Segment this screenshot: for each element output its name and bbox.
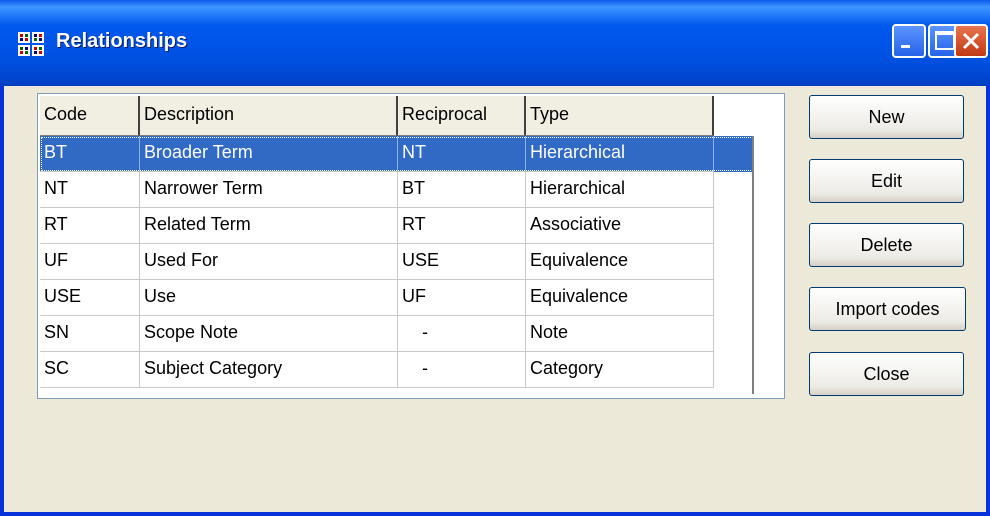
cell-reciprocal: NT [398,136,526,172]
cell-code: SC [40,352,140,388]
cell-description: Broader Term [140,136,398,172]
cell-description: Related Term [140,208,398,244]
cell-description: Narrower Term [140,172,398,208]
cell-description: Use [140,280,398,316]
column-divider [752,136,754,394]
cell-description: Used For [140,244,398,280]
cell-description: Scope Note [140,316,398,352]
window-title: Relationships [56,30,188,52]
delete-button[interactable]: Delete [809,223,964,267]
cell-code: UF [40,244,140,280]
cell-type: Equivalence [526,244,714,280]
column-header-description[interactable]: Description [140,96,398,136]
cell-description: Subject Category [140,352,398,388]
close-icon [962,32,980,50]
cell-reciprocal: - [398,352,526,388]
cell-reciprocal: - [398,316,526,352]
minimize-button[interactable] [892,24,926,58]
cell-type: Equivalence [526,280,714,316]
cell-type: Associative [526,208,714,244]
table-row[interactable]: NT Narrower Term BT Hierarchical [40,172,754,208]
list-header: Code Description Reciprocal Type [40,96,754,136]
cell-code: SN [40,316,140,352]
cell-reciprocal: RT [398,208,526,244]
close-window-button[interactable] [954,24,988,58]
column-header-code[interactable]: Code [40,96,140,136]
close-button-label: Close [863,364,910,384]
cell-type: Note [526,316,714,352]
import-codes-button[interactable]: Import codes [809,287,966,331]
cell-reciprocal: BT [398,172,526,208]
cell-code: NT [40,172,140,208]
cell-code: BT [40,136,140,172]
cell-type: Hierarchical [526,136,714,172]
cell-type: Hierarchical [526,172,714,208]
new-button-label: New [868,107,905,127]
cell-code: USE [40,280,140,316]
table-row[interactable]: UF Used For USE Equivalence [40,244,754,280]
column-header-reciprocal[interactable]: Reciprocal [398,96,526,136]
close-button[interactable]: Close [809,352,964,396]
dialog-body: Code Description Reciprocal Type BT Broa… [4,86,986,512]
import-codes-button-label: Import codes [835,299,940,319]
new-button[interactable]: New [809,95,964,139]
table-row[interactable]: BT Broader Term NT Hierarchical [40,136,754,172]
cell-code: RT [40,208,140,244]
table-row[interactable]: SC Subject Category - Category [40,352,754,388]
column-header-type[interactable]: Type [526,96,714,136]
title-bar[interactable]: Relationships [0,0,990,86]
edit-button-label: Edit [870,171,903,191]
relationships-list[interactable]: Code Description Reciprocal Type BT Broa… [37,93,785,399]
minimize-icon [901,45,910,48]
app-grid-icon [18,32,44,56]
cell-type: Category [526,352,714,388]
cell-reciprocal: USE [398,244,526,280]
delete-button-label: Delete [860,235,913,255]
relationships-window: Relationships Code Description Reciproca… [0,0,990,516]
table-row[interactable]: USE Use UF Equivalence [40,280,754,316]
edit-button[interactable]: Edit [809,159,964,203]
table-row[interactable]: SN Scope Note - Note [40,316,754,352]
table-row[interactable]: RT Related Term RT Associative [40,208,754,244]
cell-reciprocal: UF [398,280,526,316]
